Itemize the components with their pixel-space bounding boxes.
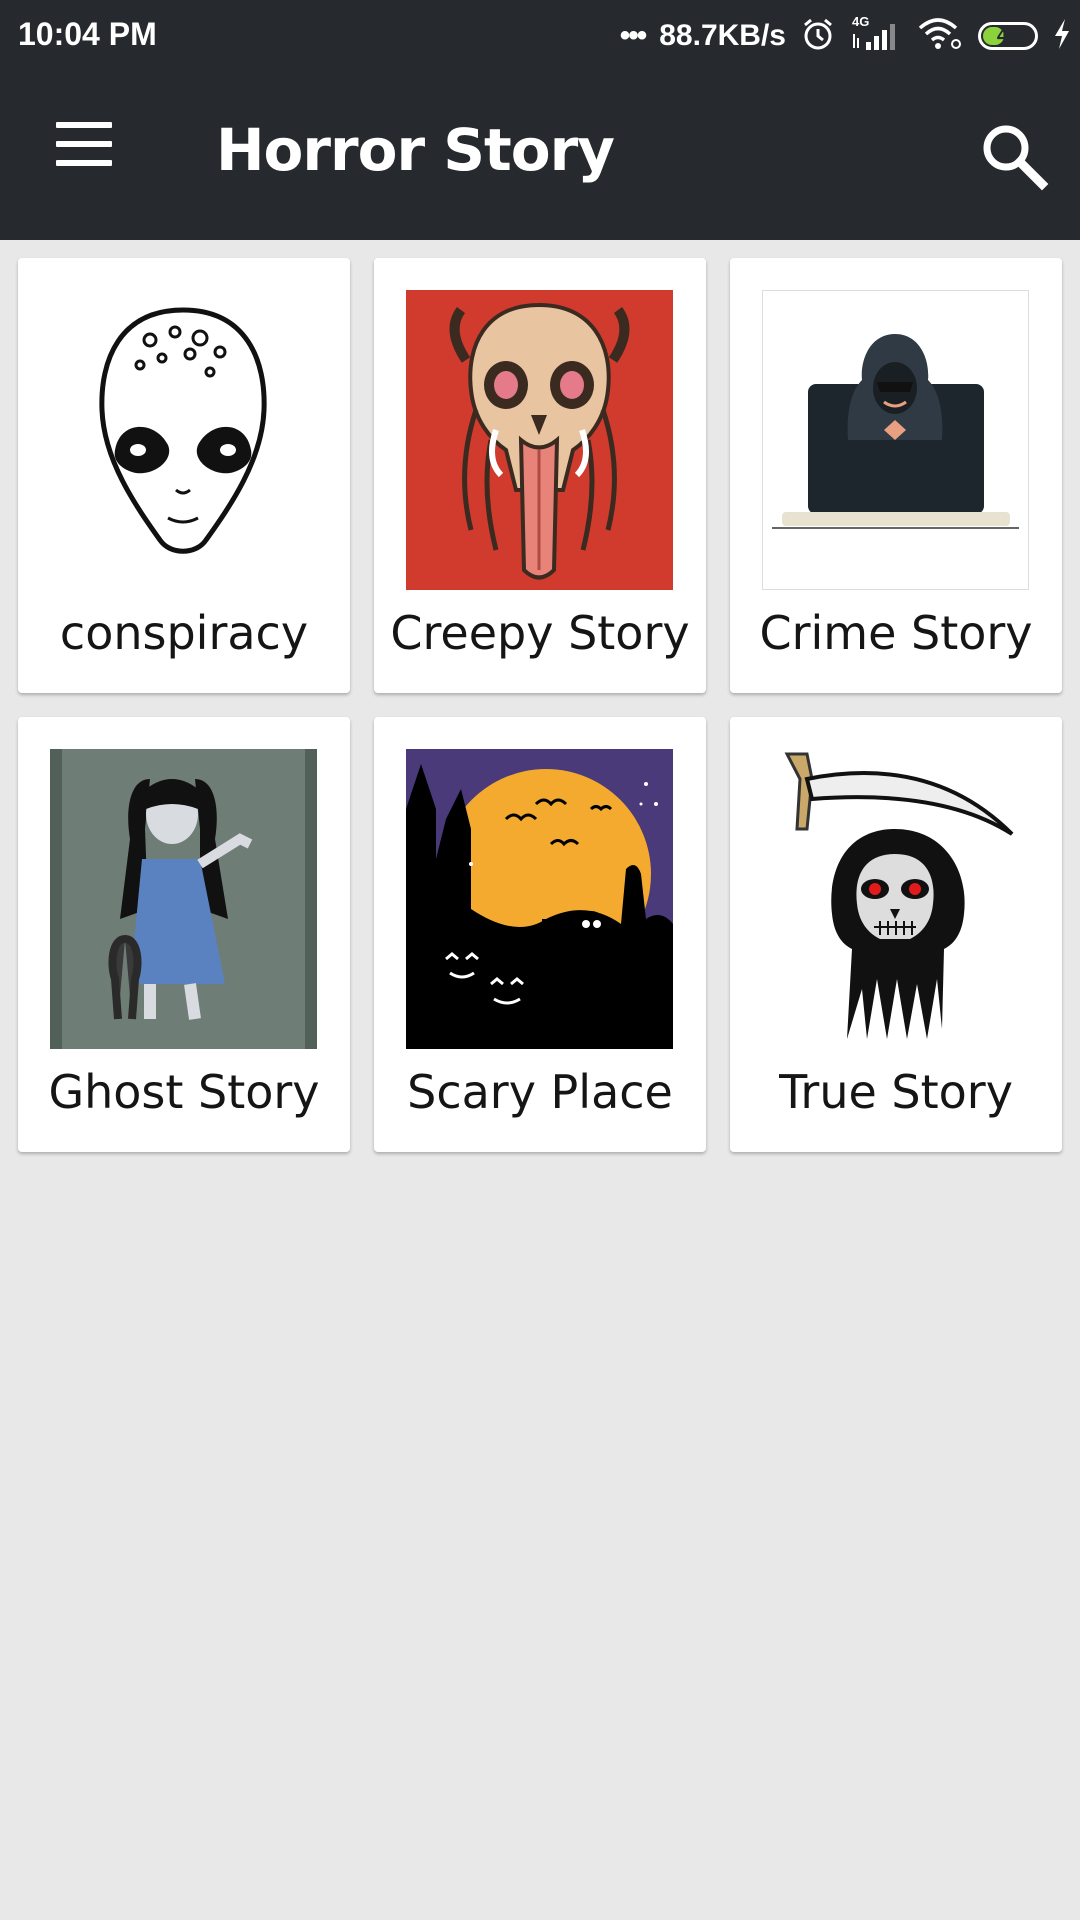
category-card-creepy-story[interactable]: Creepy Story: [374, 258, 706, 693]
category-label: Crime Story: [759, 606, 1033, 660]
network-activity-dots: •••: [619, 19, 647, 52]
battery-icon: 40: [978, 22, 1038, 50]
category-card-scary-place[interactable]: Scary Place: [374, 717, 706, 1152]
category-label: Scary Place: [407, 1065, 673, 1119]
category-label: Ghost Story: [48, 1065, 320, 1119]
category-card-crime-story[interactable]: Crime Story: [730, 258, 1062, 693]
status-time: 10:04 PM: [18, 16, 157, 52]
category-card-conspiracy[interactable]: conspiracy: [18, 258, 350, 693]
alarm-icon: [800, 16, 836, 57]
app-bar: Horror Story: [0, 72, 1080, 240]
halloween-graveyard-image: [406, 749, 673, 1049]
grim-reaper-image: [762, 749, 1029, 1049]
red-skull-image: [406, 290, 673, 590]
category-label: conspiracy: [59, 606, 309, 660]
category-card-ghost-story[interactable]: Ghost Story: [18, 717, 350, 1152]
category-label: Creepy Story: [390, 606, 690, 660]
category-card-true-story[interactable]: True Story: [730, 717, 1062, 1152]
search-icon: [983, 125, 1049, 191]
search-button[interactable]: [978, 120, 1050, 192]
menu-button[interactable]: [44, 122, 116, 178]
alien-head-image: [50, 290, 317, 590]
battery-level: 40: [996, 24, 1020, 47]
charging-icon: [1052, 17, 1072, 56]
status-bar: 10:04 PM ••• 88.7KB/s 4G 40: [0, 0, 1080, 72]
category-label: True Story: [779, 1065, 1013, 1119]
wifi-icon: [916, 16, 964, 57]
ghost-girl-image: [50, 749, 317, 1049]
signal-icon: 4G: [850, 14, 902, 54]
net-speed: 88.7KB/s: [659, 19, 786, 52]
status-icons: ••• 88.7KB/s 4G 40: [620, 12, 1072, 60]
hooded-hacker-image: [762, 290, 1029, 590]
page-title: Horror Story: [216, 116, 615, 184]
